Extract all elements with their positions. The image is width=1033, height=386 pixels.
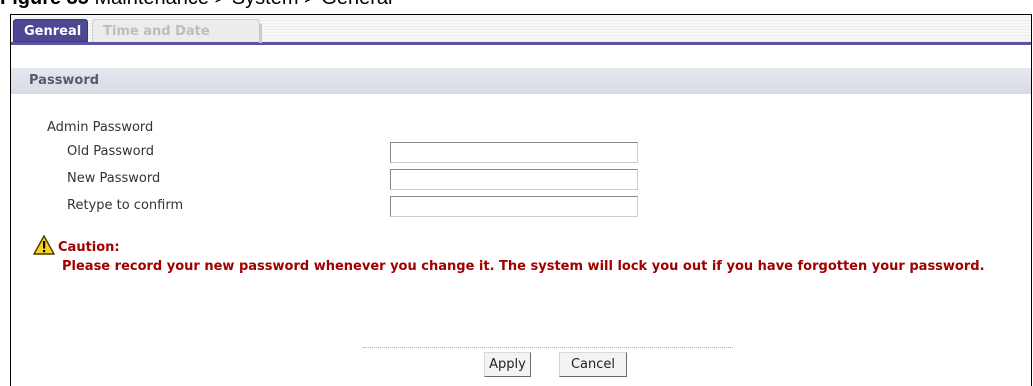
caution-title: Caution:: [58, 239, 120, 255]
apply-button[interactable]: Apply: [484, 352, 531, 377]
cancel-button[interactable]: Cancel: [559, 352, 627, 377]
old-password-input[interactable]: [390, 142, 638, 163]
tab-general[interactable]: Genreal: [13, 19, 88, 42]
caution-heading: Caution:: [32, 234, 120, 259]
admin-password-label: Admin Password: [47, 120, 154, 135]
tab-time-and-date[interactable]: Time and Date: [92, 19, 262, 43]
settings-panel: Genreal Time and Date Password Admin Pas…: [10, 14, 1032, 386]
section-header-password: Password: [11, 68, 1031, 94]
figure-caption: Figure 35 Maintenance > System > General: [0, 0, 392, 10]
figure-prefix: Figure 35: [0, 0, 89, 9]
figure-title: Maintenance > System > General: [94, 0, 392, 9]
new-password-input[interactable]: [390, 169, 638, 190]
button-separator: [363, 347, 733, 348]
warning-icon: [32, 234, 56, 259]
new-password-label: New Password: [67, 171, 161, 186]
retype-password-label: Retype to confirm: [67, 198, 184, 213]
retype-password-input[interactable]: [390, 196, 638, 217]
old-password-label: Old Password: [67, 144, 154, 159]
caution-message: Please record your new password whenever…: [62, 259, 985, 274]
tab-bar: Genreal Time and Date: [11, 15, 1031, 45]
